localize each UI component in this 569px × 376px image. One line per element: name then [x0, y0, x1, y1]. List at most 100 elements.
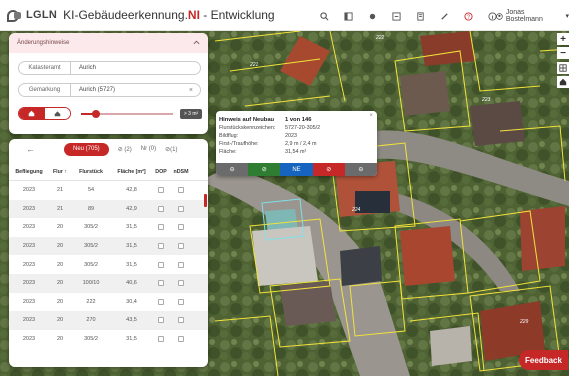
ndsm-checkbox[interactable] — [178, 317, 184, 324]
dop-checkbox[interactable] — [158, 336, 164, 343]
tab-nr[interactable]: Nr (0) — [141, 146, 156, 152]
cell-befliegung: 2023 — [22, 261, 36, 268]
edit-icon[interactable] — [432, 8, 456, 24]
confirm-button[interactable]: ⊘ — [248, 163, 281, 176]
ne-button[interactable]: NE — [280, 163, 313, 176]
popup-action-bar: ⊖ ⊘ NE ⊘ ⊖ — [216, 163, 377, 176]
table-row[interactable]: 2023 20 270 43,5 — [9, 311, 208, 330]
search-icon[interactable] — [312, 8, 336, 24]
ndsm-checkbox[interactable] — [178, 298, 184, 305]
dop-checkbox[interactable] — [158, 205, 164, 212]
popup-value: 31,54 m² — [285, 149, 307, 155]
katasteramt-label: Katasteramt — [19, 62, 71, 74]
dop-checkbox[interactable] — [158, 187, 164, 194]
table-row[interactable]: 2023 21 54 42,8 — [9, 181, 208, 200]
app-title-suffix: - Entwicklung — [199, 8, 275, 22]
gemarkung-field[interactable]: Gemarkung Aurich (5727) × — [18, 83, 201, 97]
map-home-button[interactable] — [557, 76, 569, 88]
ndsm-checkbox[interactable] — [178, 261, 184, 268]
gemarkung-value: Aurich (5727) — [79, 87, 116, 93]
dop-checkbox[interactable] — [158, 243, 164, 250]
cell-befliegung: 2023 — [22, 243, 36, 250]
ndsm-checkbox[interactable] — [178, 224, 184, 231]
feedback-button[interactable]: Feedback — [519, 350, 568, 370]
building-filter-button[interactable] — [44, 108, 70, 119]
katasteramt-field[interactable]: Katasteramt Aurich — [18, 61, 201, 75]
next-button[interactable]: ⊖ — [344, 163, 377, 176]
layers-icon[interactable] — [384, 8, 408, 24]
filter-header[interactable]: Änderungshinweise — [9, 33, 208, 53]
cell-befliegung: 2023 — [22, 280, 36, 287]
ndsm-checkbox[interactable] — [178, 187, 184, 194]
reject-button[interactable]: ⊘ — [312, 163, 345, 176]
check-circle-icon: ⊘ — [261, 167, 267, 173]
tab-confirmed[interactable]: ⊘ (2) — [118, 146, 132, 153]
cell-flurstueck: 89 — [87, 205, 95, 212]
close-icon[interactable]: × — [369, 113, 373, 119]
ndsm-checkbox[interactable] — [178, 336, 184, 343]
col-flaeche[interactable]: Fläche [m²] — [111, 169, 152, 175]
back-arrow-icon[interactable]: ← — [26, 144, 46, 154]
popup-header: Hinweis auf Neubau 1 von 146 — [219, 117, 369, 123]
user-menu[interactable]: Jonas Bostelmann ▾ — [496, 9, 569, 23]
table-row[interactable]: 2023 20 305/2 31,5 — [9, 236, 208, 256]
cell-flaeche: 31,5 — [126, 243, 137, 250]
ndsm-checkbox[interactable] — [178, 280, 184, 287]
cell-flur: 21 — [56, 205, 64, 212]
document-icon[interactable] — [408, 8, 432, 24]
col-flurstueck[interactable]: Flurstück — [71, 169, 111, 175]
dop-checkbox[interactable] — [158, 317, 164, 324]
cell-flaeche: 40,6 — [126, 280, 137, 287]
house-filter-button[interactable] — [19, 108, 45, 119]
dop-checkbox[interactable] — [158, 280, 164, 287]
tab-new[interactable]: Neu (705) — [64, 142, 109, 156]
scrollbar-thumb[interactable] — [204, 194, 207, 207]
chevron-up-icon[interactable] — [193, 40, 200, 47]
parcel-label: 223 — [481, 97, 491, 103]
popup-row: Flurstückskennzeichen: 5727-20-305/2 — [219, 125, 369, 131]
cell-flurstueck: 100/10 — [82, 280, 100, 287]
filter-title: Änderungshinweise — [17, 40, 70, 46]
table-header: Befliegung Flur ↑ Flurstück Fläche [m²] … — [9, 163, 208, 181]
cell-flur: 20 — [56, 336, 64, 343]
cell-befliegung: 2023 — [22, 224, 36, 231]
clear-icon[interactable]: × — [189, 87, 193, 94]
ndsm-checkbox[interactable] — [178, 243, 184, 250]
dop-checkbox[interactable] — [158, 224, 164, 231]
ndsm-checkbox[interactable] — [178, 205, 184, 212]
layout-icon[interactable] — [336, 8, 360, 24]
house-icon — [28, 110, 35, 117]
table-row[interactable]: 2023 21 89 42,9 — [9, 199, 208, 219]
tab-rejected[interactable]: ⊘(1) — [165, 146, 177, 153]
results-panel: ← Neu (705) ⊘ (2) Nr (0) ⊘(1) Befliegung… — [9, 139, 208, 367]
caret-down-icon: ▾ — [565, 13, 569, 20]
cell-flaeche: 31,5 — [126, 261, 137, 268]
col-befliegung[interactable]: Befliegung — [9, 169, 49, 175]
table-row[interactable]: 2023 20 305/2 31,5 — [9, 255, 208, 274]
cell-befliegung: 2023 — [22, 298, 36, 305]
cell-flurstueck: 305/2 — [84, 336, 98, 343]
area-slider-handle[interactable] — [92, 110, 100, 118]
zoom-out-button[interactable]: − — [557, 47, 569, 59]
building-type-toggle — [18, 107, 71, 120]
cell-flur: 20 — [56, 298, 64, 305]
dop-checkbox[interactable] — [158, 298, 164, 305]
table-row[interactable]: 2023 20 100/10 40,6 — [9, 273, 208, 293]
dop-checkbox[interactable] — [158, 261, 164, 268]
popup-key: Bildflug: — [219, 133, 239, 139]
zoom-in-button[interactable]: + — [557, 33, 569, 45]
help-icon[interactable]: ? — [456, 8, 480, 24]
col-ndsm[interactable]: nDSM — [170, 169, 192, 175]
location-icon[interactable] — [360, 8, 384, 24]
table-row[interactable]: 2023 20 305/2 31,5 — [9, 330, 208, 349]
previous-button[interactable]: ⊖ — [216, 163, 249, 176]
col-flur[interactable]: Flur ↑ — [49, 169, 71, 175]
cell-befliegung: 2023 — [22, 187, 36, 194]
popup-key: First-/Traufhöhe: — [219, 141, 259, 147]
circle-right-icon: ⊖ — [358, 167, 364, 173]
table-row[interactable]: 2023 20 222 30,4 — [9, 293, 208, 312]
map-layers-button[interactable] — [557, 62, 569, 74]
table-row[interactable]: 2023 20 305/2 31,5 — [9, 218, 208, 237]
cell-flur: 20 — [56, 261, 64, 268]
col-dop[interactable]: DOP — [152, 169, 170, 175]
